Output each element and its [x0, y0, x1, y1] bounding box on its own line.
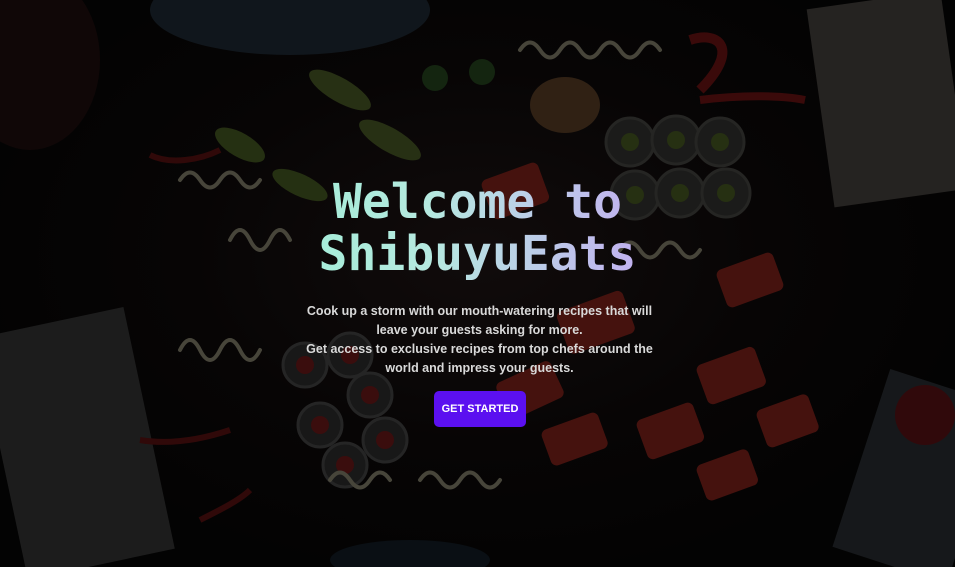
hero-subtitle-line-3: Get access to exclusive recipes from top…: [306, 342, 653, 356]
hero-title-line-1: Welcome to: [333, 174, 622, 230]
hero-subtitle-line-4: world and impress your guests.: [385, 361, 574, 375]
hero-subtitle: Cook up a storm with our mouth-watering …: [302, 302, 657, 378]
get-started-button[interactable]: GET STARTED: [434, 391, 526, 427]
hero-subtitle-line-2: leave your guests asking for more.: [376, 323, 583, 337]
hero-section: Welcome to ShibuyuEats Cook up a storm w…: [0, 0, 955, 567]
hero-title: Welcome to ShibuyuEats: [0, 176, 955, 280]
hero-title-line-2: ShibuyuEats: [318, 226, 637, 282]
dark-overlay: [0, 0, 955, 567]
hero-subtitle-line-1: Cook up a storm with our mouth-watering …: [306, 304, 653, 318]
